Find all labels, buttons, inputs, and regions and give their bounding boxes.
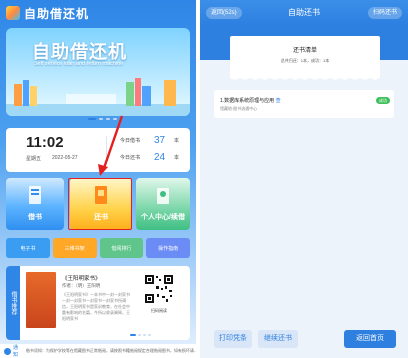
stat-value: 37	[154, 135, 166, 146]
qr-code-icon[interactable]	[144, 274, 174, 304]
banner-subtitle: Self service loan and return machine	[34, 61, 124, 67]
receipt-edge	[230, 76, 380, 80]
bookshelf-illustration	[6, 78, 190, 116]
home-button[interactable]: 返回首页	[344, 330, 396, 348]
stat-value: 24	[154, 152, 166, 163]
clock-time: 11:02	[26, 134, 64, 151]
page-header: 返回(52s) 自助还书 扫码还书	[200, 0, 408, 26]
banner-pagination[interactable]	[88, 118, 117, 120]
divider	[106, 136, 107, 164]
ranking-button[interactable]: 借阅排行	[99, 238, 144, 258]
notice-bar: 通知 借书须知：为保护学校等在馆藏图书正常借阅，请按照书籍借阅规定合理借阅图书，…	[0, 344, 196, 358]
notice-icon	[4, 347, 11, 355]
recommend-pagination[interactable]	[130, 334, 151, 336]
stat-label: 今日还书	[120, 155, 141, 161]
list-item: 1.数据库系统原理与应用 查 馆藏地:图书流通中心 成功	[214, 90, 394, 118]
app-title: 自助借还机	[24, 6, 90, 21]
annotation-highlight-box	[68, 178, 132, 230]
borrow-button[interactable]: 借书	[6, 178, 64, 230]
recommend-side-label: 借书推荐	[6, 266, 20, 340]
receipt-summary: 总共归还：1本，成功：1本	[280, 58, 330, 63]
personal-center-button[interactable]: 个人中心/续借	[136, 178, 190, 230]
qr-label: 扫码阅读	[151, 308, 167, 313]
scan-return-button[interactable]: 扫码还书	[367, 7, 402, 19]
item-name: 1.数据库系统原理与应用	[220, 98, 275, 104]
book-title: 《王阳明家书》	[62, 276, 101, 282]
stat-return-today: 今日还书 24 本	[120, 152, 179, 163]
guide-button[interactable]: 操作指南	[146, 238, 190, 258]
clock-weekday: 星期五	[26, 156, 42, 162]
book-description: 《王阳明家书》一本书中一封一封家书一封一封家书一封家书一封家书所谓信，王阳明家书…	[62, 292, 130, 321]
status-badge: 成功	[376, 97, 390, 104]
app-header: 自助借还机	[0, 0, 196, 26]
3d-shelf-button[interactable]: 三维书架	[52, 238, 97, 258]
item-tag: 查	[275, 98, 281, 104]
quick-links: 电子书 三维书架 借阅排行 操作指南	[6, 238, 190, 258]
home-screen: 自助借还机 自助借还机 Self service loan and return…	[0, 0, 196, 358]
clock-date: 2022-05-27	[52, 155, 78, 161]
stat-borrow-today: 今日借书 37 本	[120, 135, 179, 146]
app-logo-icon	[6, 6, 20, 20]
ebook-button[interactable]: 电子书	[6, 238, 50, 258]
banner-carousel[interactable]: 自助借还机 Self service loan and return machi…	[6, 28, 190, 116]
notice-label: 通知	[12, 345, 18, 358]
notice-text: 借书须知：为保护学校等在馆藏图书正常借阅，请按照书籍借阅规定合理借阅图书，如有损…	[25, 348, 196, 353]
personal-center-label: 个人中心/续借	[141, 214, 185, 221]
return-result-screen: 返回(52s) 自助还书 扫码还书 还书清单 总共归还：1本，成功：1本 1.数…	[200, 0, 408, 358]
receipt-card: 还书清单 总共归还：1本，成功：1本	[230, 36, 380, 76]
stat-unit: 本	[174, 138, 180, 144]
book-cover-image	[26, 272, 56, 328]
clock-panel: 11:02 星期五 2022-05-27 今日借书 37 本 今日还书 24 本	[6, 128, 190, 172]
stat-label: 今日借书	[120, 138, 141, 144]
stat-unit: 本	[174, 155, 180, 161]
continue-return-button[interactable]: 继续还书	[258, 330, 298, 348]
book-author: 作者：（明）王阳明	[62, 283, 101, 288]
book-recommendation[interactable]: 借书推荐 《王阳明家书》 作者：（明）王阳明 《王阳明家书》一本书中一封一封家书…	[6, 266, 190, 340]
borrow-label: 借书	[28, 214, 42, 221]
print-receipt-button[interactable]: 打印凭条	[214, 330, 252, 348]
item-location: 馆藏地:图书流通中心	[220, 106, 258, 111]
receipt-title: 还书清单	[292, 48, 317, 54]
user-book-icon	[157, 188, 169, 204]
book-stack-icon	[29, 186, 41, 204]
